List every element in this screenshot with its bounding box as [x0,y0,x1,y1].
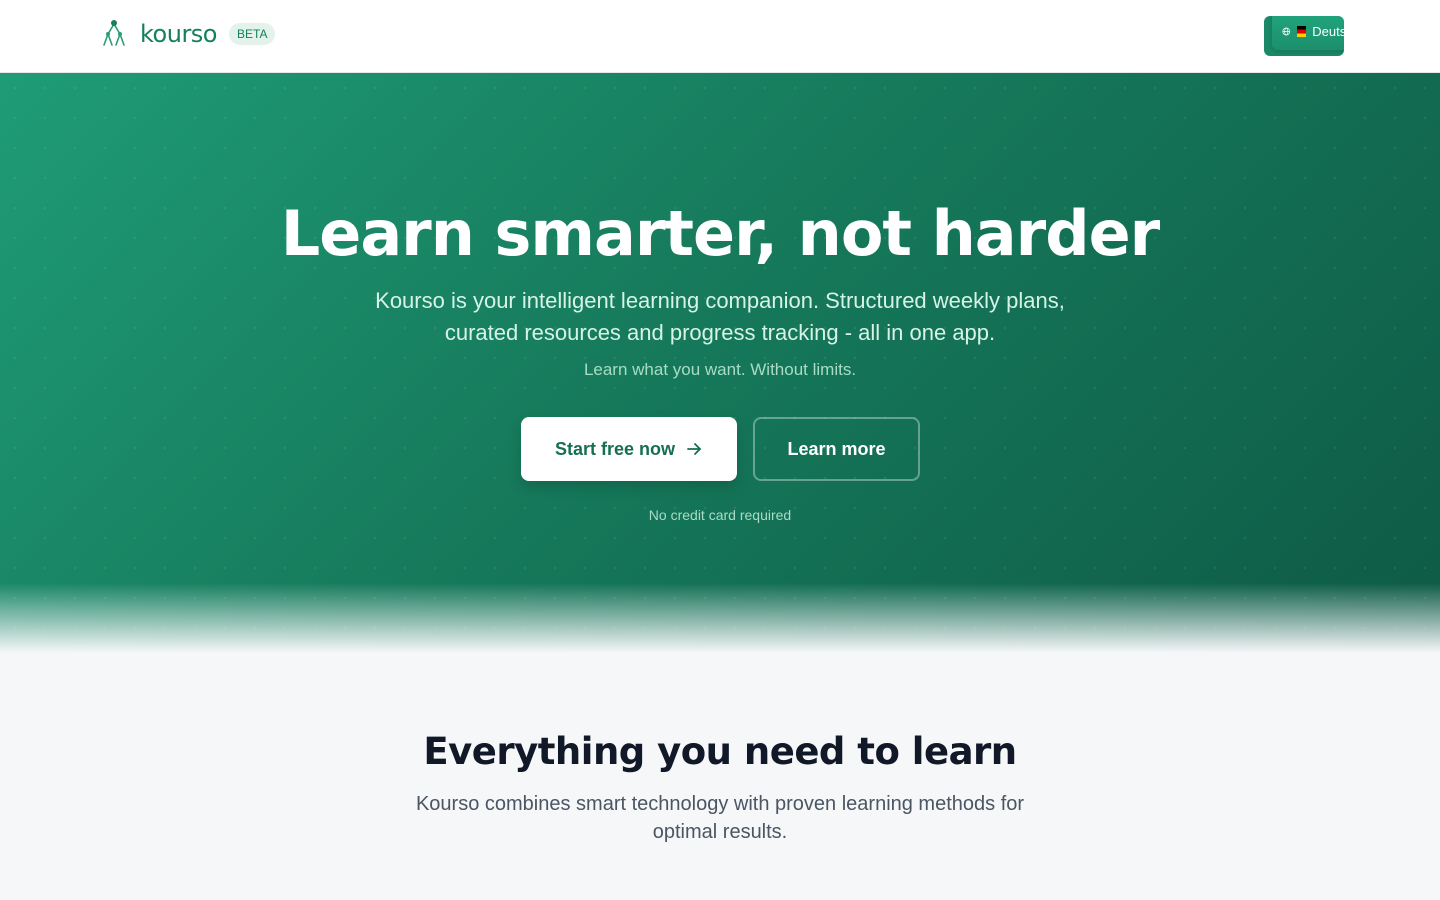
language-switcher[interactable]: Deutsch [1264,16,1344,56]
beta-badge: BETA [229,23,276,45]
learn-more-button[interactable]: Learn more [753,417,920,481]
start-free-button[interactable]: Start free now [521,417,737,481]
no-credit-card-note: No credit card required [648,507,792,523]
hero-tagline: Learn what you want. Without limits. [583,360,857,379]
features-title: Everything you need to learn [423,730,1017,773]
language-label: Deutsch [1312,23,1344,39]
globe-icon [1282,27,1291,35]
hero-fade [0,583,1440,653]
brand-name: kourso [140,20,218,48]
de-flag-icon [1296,25,1307,37]
network-logo-icon [103,20,125,46]
hero-subtitle: Kourso is your intelligent learning comp… [375,288,1065,345]
arrow-right-icon [687,443,701,455]
start-free-label: Start free now [554,438,676,459]
logo[interactable]: kourso BETA [98,18,276,50]
language-button[interactable]: Deutsch [1272,16,1344,50]
hero-section: Learn smarter, not harder Kourso is your… [0,73,1440,653]
features-subtitle: Kourso combines smart technology with pr… [415,793,1025,843]
site-header: kourso BETA Deutsch [0,0,1440,73]
hero-title: Learn smarter, not harder [280,197,1160,270]
